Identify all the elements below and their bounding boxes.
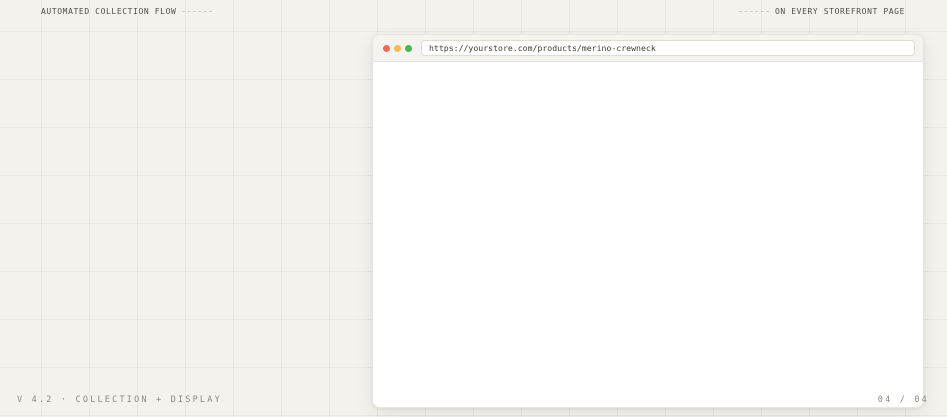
maximize-window-icon[interactable] <box>405 44 412 52</box>
section-label-right: ON EVERY STOREFRONT PAGE <box>739 7 905 16</box>
version-label: V 4.2 · COLLECTION + DISPLAY <box>17 395 222 405</box>
address-bar[interactable]: https://yourstore.com/products/merino-cr… <box>421 40 915 56</box>
dashed-divider <box>739 11 769 12</box>
dashed-divider <box>182 11 213 12</box>
close-window-icon[interactable] <box>383 44 390 52</box>
browser-window: https://yourstore.com/products/merino-cr… <box>372 34 924 408</box>
minimize-window-icon[interactable] <box>394 44 401 52</box>
browser-viewport[interactable] <box>373 62 923 407</box>
collection-flow-label: AUTOMATED COLLECTION FLOW <box>41 7 177 16</box>
page-counter: 04 / 04 <box>877 395 929 405</box>
address-bar-url: https://yourstore.com/products/merino-cr… <box>429 43 656 53</box>
browser-toolbar: https://yourstore.com/products/merino-cr… <box>373 35 923 62</box>
storefront-page-label: ON EVERY STOREFRONT PAGE <box>775 7 905 16</box>
section-label-left: AUTOMATED COLLECTION FLOW <box>41 7 213 16</box>
